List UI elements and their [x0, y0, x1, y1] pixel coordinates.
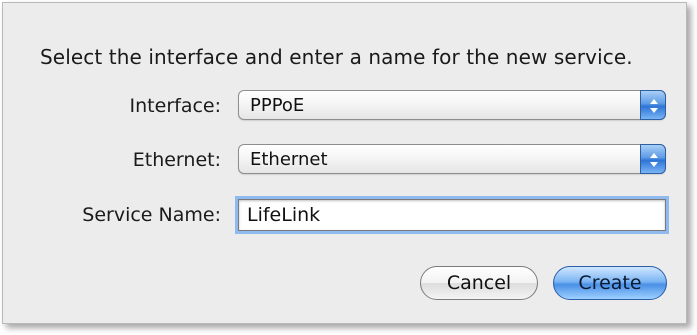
ethernet-label: Ethernet:: [132, 149, 221, 171]
interface-label: Interface:: [129, 95, 221, 117]
service-name-label: Service Name:: [82, 204, 221, 226]
up-down-chevron-icon: [640, 90, 666, 120]
service-name-field[interactable]: [238, 199, 666, 231]
cancel-button[interactable]: Cancel: [420, 266, 538, 300]
ethernet-popup[interactable]: Ethernet: [238, 144, 666, 174]
create-button[interactable]: Create: [553, 266, 667, 300]
ethernet-value: Ethernet: [250, 149, 328, 170]
dialog-prompt: Select the interface and enter a name fo…: [40, 45, 633, 69]
new-service-dialog: Select the interface and enter a name fo…: [2, 2, 687, 324]
interface-value: PPPoE: [250, 95, 305, 116]
interface-popup[interactable]: PPPoE: [238, 90, 666, 120]
up-down-chevron-icon: [640, 144, 666, 174]
